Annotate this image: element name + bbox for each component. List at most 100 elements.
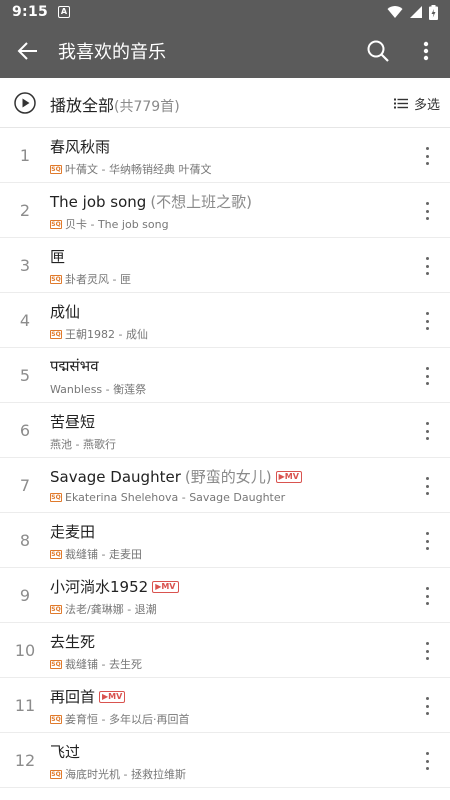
song-more-icon[interactable] — [422, 587, 432, 605]
song-more-icon[interactable] — [422, 257, 432, 275]
song-title: 走麦田 — [50, 523, 96, 541]
song-artist-album: 贝卡 - The job song — [65, 218, 169, 231]
page-title: 我喜欢的音乐 — [58, 42, 166, 63]
song-title-line: The job song (不想上班之歌) — [50, 191, 252, 212]
song-title: 苦昼短 — [50, 413, 96, 431]
back-button[interactable] — [0, 24, 56, 78]
song-artist-album: 姜育恒 - 多年以后·再回首 — [65, 713, 190, 726]
app-bar: 我喜欢的音乐 — [0, 24, 450, 78]
play-all-bar: 播放全部(共779首) 多选 — [0, 78, 450, 128]
sq-quality-badge: SQ — [50, 714, 62, 724]
song-count: (共779首) — [114, 99, 180, 115]
sq-quality-badge: SQ — [50, 219, 62, 229]
song-subtitle-line: SQ 卦者灵风 - 匣 — [50, 271, 131, 287]
song-index: 3 — [19, 256, 31, 275]
list-icon — [393, 98, 408, 109]
wifi-icon — [387, 6, 403, 19]
song-title: Savage Daughter — [50, 467, 181, 486]
song-more-icon[interactable] — [422, 477, 432, 495]
song-title: 成仙 — [50, 303, 81, 321]
song-title: 小河淌水1952 — [50, 578, 149, 596]
song-title: 匣 — [50, 248, 66, 266]
mv-badge[interactable]: ▶MV — [275, 470, 302, 483]
sq-quality-badge: SQ — [50, 329, 62, 339]
song-title: The job song — [50, 192, 147, 211]
song-artist-album: 裁缝铺 - 走麦田 — [65, 548, 142, 561]
sq-quality-badge: SQ — [50, 274, 62, 284]
song-artist-album: 裁缝铺 - 去生死 — [65, 658, 142, 671]
song-more-icon[interactable] — [422, 367, 432, 385]
song-row[interactable]: 6 苦昼短燕池 - 燕歌行 — [0, 403, 450, 458]
battery-icon — [429, 4, 438, 20]
search-icon — [367, 40, 389, 62]
song-title-line: 再回首 ▶MV — [50, 686, 126, 707]
song-title-line: 去生死 — [50, 631, 95, 652]
song-row[interactable]: 1 春风秋雨 SQ 叶蒨文 - 华纳畅销经典 叶蒨文 — [0, 128, 450, 183]
song-row[interactable]: 4 成仙 SQ 王朝1982 - 成仙 — [0, 293, 450, 348]
song-index: 10 — [14, 641, 36, 660]
song-subtitle-line: SQ 裁缝铺 - 去生死 — [50, 656, 142, 672]
status-bar: 9:15 A — [0, 0, 450, 24]
song-index: 6 — [19, 421, 31, 440]
song-subtitle-line: SQ 姜育恒 - 多年以后·再回首 — [50, 711, 189, 727]
song-index: 7 — [19, 476, 31, 495]
song-title: 飞过 — [50, 743, 81, 761]
song-subtitle-line: SQ 海底时光机 - 拯救拉维斯 — [50, 766, 186, 782]
multi-select-button[interactable]: 多选 — [393, 94, 440, 113]
song-title: 去生死 — [50, 633, 96, 651]
song-artist-album: Ekaterina Shelehova - Savage Daughter — [65, 491, 286, 504]
song-more-icon[interactable] — [422, 642, 432, 660]
song-alias: (野蛮的女儿) — [184, 468, 272, 486]
play-circle-icon[interactable] — [14, 92, 36, 114]
song-subtitle-line: SQ 贝卡 - The job song — [50, 216, 169, 232]
song-subtitle-line: SQ 王朝1982 - 成仙 — [50, 326, 148, 342]
song-more-icon[interactable] — [422, 422, 432, 440]
sq-quality-badge: SQ — [50, 659, 62, 669]
sq-quality-badge: SQ — [50, 604, 62, 614]
song-row[interactable]: 11 再回首 ▶MV SQ 姜育恒 - 多年以后·再回首 — [0, 678, 450, 733]
song-alias: (不想上班之歌) — [150, 193, 253, 211]
sq-quality-badge: SQ — [50, 164, 62, 174]
song-index: 8 — [19, 531, 31, 550]
song-row[interactable]: 2 The job song (不想上班之歌) SQ 贝卡 - The job song — [0, 183, 450, 238]
song-row[interactable]: 9 小河淌水1952 ▶MV SQ 法老/龚琳娜 - 退潮 — [0, 568, 450, 623]
search-button[interactable] — [362, 35, 394, 67]
song-artist-album: Wanbless - 衡莲祭 — [50, 383, 147, 396]
song-list: 1 春风秋雨 SQ 叶蒨文 - 华纳畅销经典 叶蒨文 2 The job song (不想上… — [0, 128, 450, 788]
song-row[interactable]: 5 पद्मसंभव Wanbless - 衡莲祭 — [0, 348, 450, 403]
song-row[interactable]: 7 Savage Daughter (野蛮的女儿) ▶MV SQ Ekaterina Sh… — [0, 458, 450, 513]
song-row[interactable]: 8 走麦田 SQ 裁缝铺 - 走麦田 — [0, 513, 450, 568]
song-title-line: पद्मसंभव — [50, 356, 99, 376]
song-more-icon[interactable] — [422, 752, 432, 770]
song-subtitle-line: SQ Ekaterina Shelehova - Savage Daughter — [50, 491, 285, 504]
song-title: 春风秋雨 — [50, 138, 111, 156]
song-subtitle-line: 燕池 - 燕歌行 — [50, 436, 116, 452]
song-more-icon[interactable] — [422, 147, 432, 165]
sq-quality-badge: SQ — [50, 549, 62, 559]
song-title-line: 苦昼短 — [50, 411, 95, 432]
song-artist-album: 法老/龚琳娜 - 退潮 — [65, 603, 157, 616]
play-all-button[interactable]: 播放全部(共779首) — [50, 92, 180, 116]
sq-quality-badge: SQ — [50, 769, 62, 779]
song-more-icon[interactable] — [422, 697, 432, 715]
song-index: 11 — [14, 696, 36, 715]
status-time: 9:15 — [12, 4, 49, 20]
song-subtitle-line: SQ 法老/龚琳娜 - 退潮 — [50, 601, 157, 617]
song-more-icon[interactable] — [422, 202, 432, 220]
song-title-line: 小河淌水1952 ▶MV — [50, 576, 179, 597]
song-row[interactable]: 3 匣 SQ 卦者灵风 - 匣 — [0, 238, 450, 293]
mv-badge[interactable]: ▶MV — [99, 690, 126, 703]
song-title-line: 春风秋雨 — [50, 136, 110, 157]
sq-quality-badge: SQ — [50, 493, 62, 502]
song-title-line: 匣 — [50, 246, 65, 267]
mv-badge[interactable]: ▶MV — [152, 580, 179, 593]
song-row[interactable]: 10 去生死 SQ 裁缝铺 - 去生死 — [0, 623, 450, 678]
song-more-icon[interactable] — [422, 532, 432, 550]
song-index: 2 — [19, 201, 31, 220]
overflow-menu-button[interactable] — [412, 35, 440, 67]
song-more-icon[interactable] — [422, 312, 432, 330]
song-row[interactable]: 12 飞过 SQ 海底时光机 - 拯救拉维斯 — [0, 733, 450, 788]
play-all-label: 播放全部 — [50, 96, 115, 115]
multi-select-label: 多选 — [413, 98, 440, 113]
song-title-line: Savage Daughter (野蛮的女儿) ▶MV — [50, 466, 302, 487]
